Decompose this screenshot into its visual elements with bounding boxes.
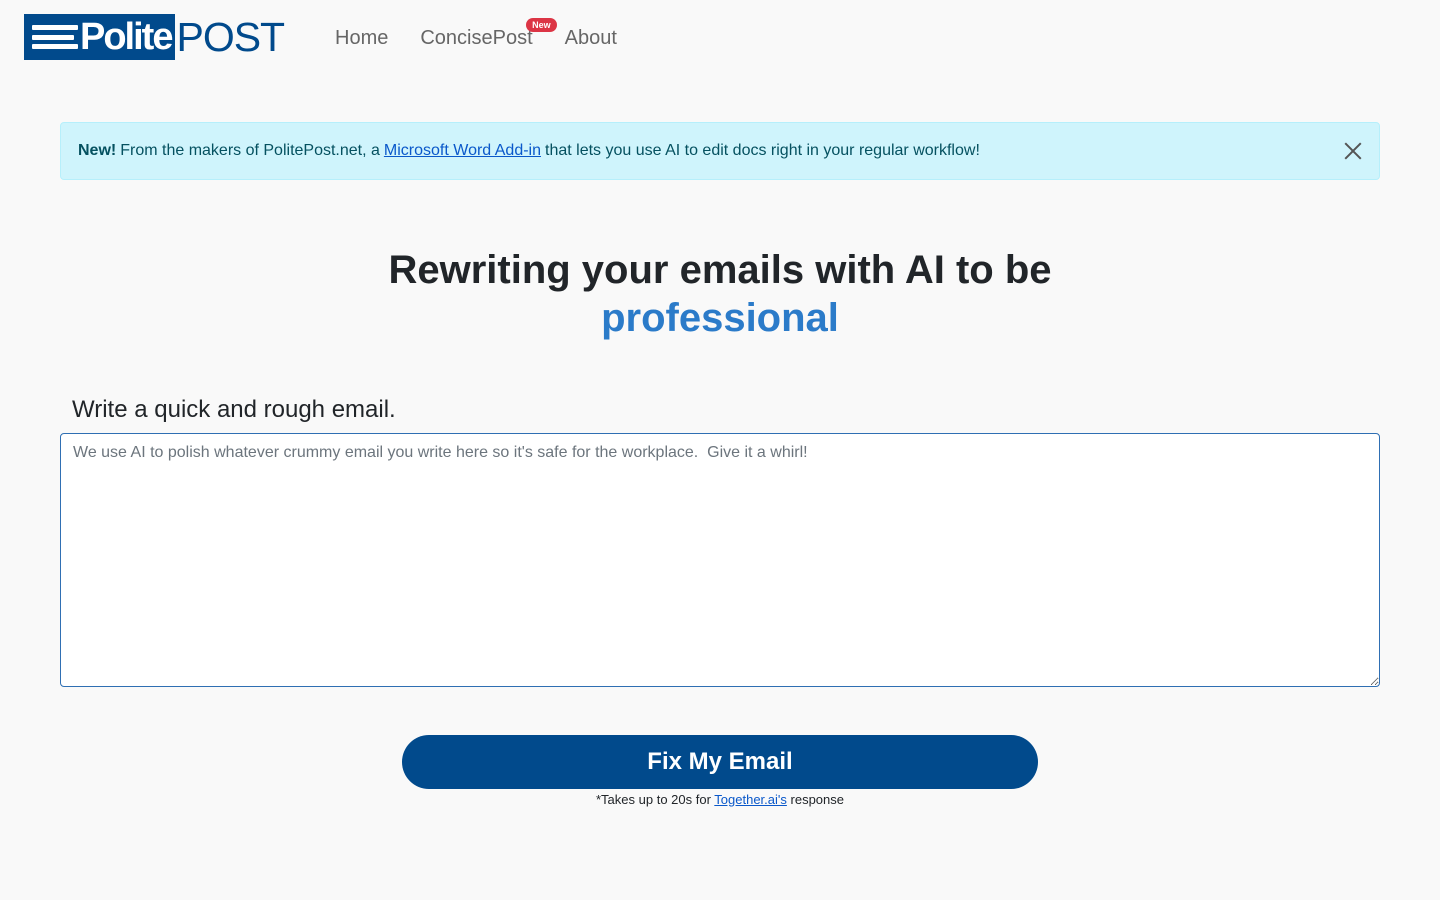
logo-text-post: POST [176,14,285,60]
nav-about[interactable]: About [565,24,617,52]
nav-concisepost[interactable]: ConcisePost New [420,18,557,52]
footnote-text-after: response [790,792,844,807]
logo-lines-icon [32,25,78,49]
email-label: Write a quick and rough email. [72,396,396,423]
logo-badge: Polite [24,14,176,60]
hero-highlight: professional [601,296,839,340]
email-textarea[interactable] [60,433,1380,687]
logo[interactable]: Polite POST [24,14,285,60]
together-ai-link[interactable]: Together.ai's [714,792,787,807]
alert-text-after: that lets you use AI to edit docs right … [545,142,980,159]
footnote: *Takes up to 20s for Together.ai's respo… [0,792,1440,807]
hero-title: Rewriting your emails with AI to be prof… [0,246,1440,342]
nav-home[interactable]: Home [335,24,388,52]
alert-strong: New! [78,142,117,159]
alert-text-before: From the makers of PolitePost.net, a [120,142,380,159]
nav-concisepost-label: ConcisePost [420,27,533,49]
word-addin-link[interactable]: Microsoft Word Add-in [384,142,541,160]
navbar: Polite POST Home ConcisePost New About [0,0,1440,78]
fix-email-button[interactable]: Fix My Email [402,735,1038,789]
logo-text-polite: Polite [80,16,173,58]
nav-links: Home ConcisePost New About [335,18,649,52]
close-icon[interactable] [1343,141,1363,161]
hero-line1: Rewriting your emails with AI to be [388,248,1052,292]
footnote-text-before: *Takes up to 20s for [596,792,711,807]
new-badge: New [526,18,557,32]
announcement-alert: New! From the makers of PolitePost.net, … [60,122,1380,180]
